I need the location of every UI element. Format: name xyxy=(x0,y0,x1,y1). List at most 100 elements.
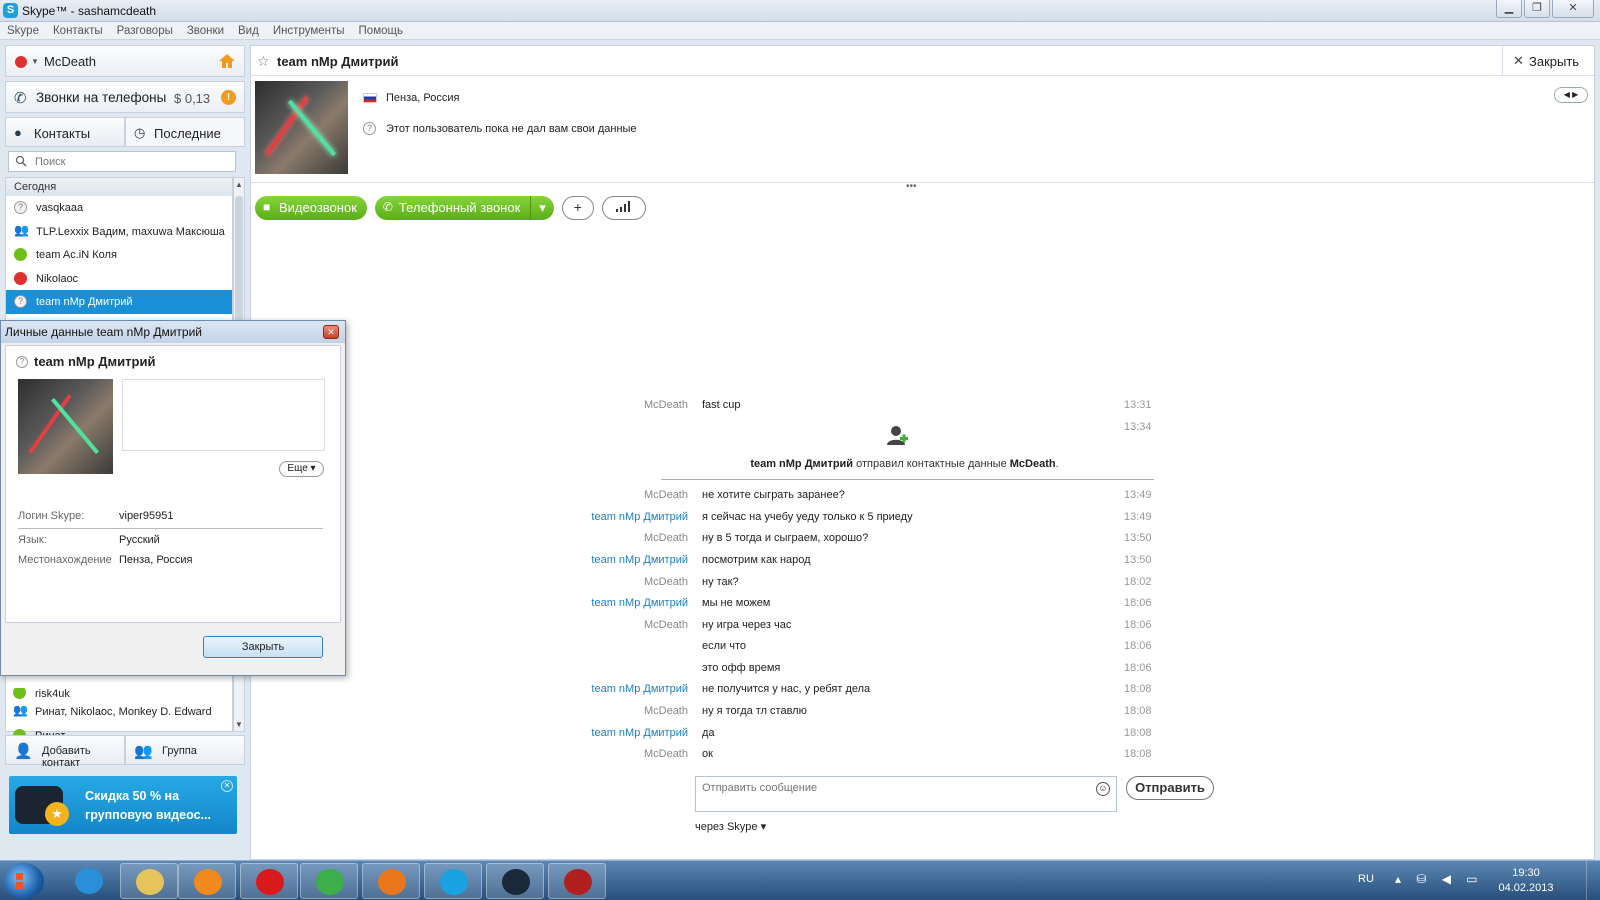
chat-message: 13:34 xyxy=(251,421,1594,441)
message-text: ок xyxy=(702,748,713,760)
video-camera-icon: ■ xyxy=(263,200,271,214)
promo-banner[interactable]: ★ Скидка 50 % на групповую видеос... ✕ xyxy=(9,776,237,834)
unknown-status-icon: ? xyxy=(14,201,27,214)
my-profile-row[interactable]: ▼ McDeath xyxy=(5,45,245,77)
message-sender[interactable]: McDeath xyxy=(644,748,688,760)
start-button[interactable] xyxy=(4,863,44,899)
menu-tools[interactable]: Инструменты xyxy=(266,22,352,39)
tray-icons[interactable]: ▴ ⛁ ◀ ▭ xyxy=(1395,872,1484,886)
resize-grip-icon[interactable]: ••• xyxy=(906,181,917,192)
close-promo-icon[interactable]: ✕ xyxy=(221,780,233,792)
message-input[interactable] xyxy=(702,781,1082,795)
menu-help[interactable]: Помощь xyxy=(352,22,410,39)
dialog-close-button[interactable]: Закрыть xyxy=(203,636,323,658)
event-target[interactable]: McDeath xyxy=(1010,458,1056,470)
message-sender[interactable]: McDeath xyxy=(644,399,688,411)
field-key: Местонахождение xyxy=(18,554,112,566)
skype-logo-icon: S xyxy=(3,3,18,18)
prev-next-arrows-icon[interactable]: ◀ ▶ xyxy=(1554,87,1588,103)
contact-name: team Ac.iN Коля xyxy=(36,249,117,261)
message-sender[interactable]: McDeath xyxy=(644,619,688,631)
create-group-button[interactable]: 👥 Группа xyxy=(125,735,245,765)
close-conversation-button[interactable]: ✕ Закрыть xyxy=(1502,46,1594,76)
list-item[interactable]: risk4uk xyxy=(5,688,233,700)
list-item[interactable]: 👥 TLP.Lexxix Вадим, maxuwa Максюша xyxy=(6,220,232,244)
taskbar-app[interactable] xyxy=(120,863,178,899)
taskbar-app[interactable] xyxy=(178,863,236,899)
taskbar-app[interactable] xyxy=(240,863,298,899)
chevron-down-icon[interactable]: ▼ xyxy=(31,57,39,66)
emoticon-icon[interactable]: ☺ xyxy=(1096,782,1110,796)
message-sender[interactable]: McDeath xyxy=(644,576,688,588)
maximize-button[interactable]: ❐ xyxy=(1524,0,1550,18)
add-contact-button[interactable]: 👤 Добавить контакт xyxy=(5,735,125,769)
message-sender[interactable]: team nMp Дмитрий xyxy=(591,554,688,566)
scroll-down-icon[interactable]: ▼ xyxy=(235,720,243,729)
avatar xyxy=(18,379,113,474)
clock[interactable]: 19:30 04.02.2013 xyxy=(1490,866,1562,896)
list-item[interactable]: 👥 Ринат, Nikolaoc, Monkey D. Edward xyxy=(5,700,233,724)
message-sender[interactable]: team nMp Дмитрий xyxy=(591,511,688,523)
menu-contacts[interactable]: Контакты xyxy=(46,22,110,39)
show-desktop-button[interactable] xyxy=(1586,861,1600,900)
chat-message: это офф время 18:06 xyxy=(251,662,1594,682)
firefox-icon xyxy=(378,869,406,895)
search-input[interactable] xyxy=(35,154,230,170)
taskbar-app[interactable] xyxy=(424,863,482,899)
list-item[interactable]: ? vasqkaaa xyxy=(6,196,232,220)
taskbar-app[interactable] xyxy=(362,863,420,899)
taskbar-app[interactable] xyxy=(548,863,606,899)
avatar[interactable] xyxy=(255,81,348,174)
menu-calls[interactable]: Звонки xyxy=(180,22,231,39)
chrome-icon xyxy=(316,869,344,895)
menu-conversations[interactable]: Разговоры xyxy=(110,22,180,39)
event-sender[interactable]: team nMp Дмитрий xyxy=(750,458,853,470)
add-to-call-button[interactable]: + xyxy=(561,196,594,220)
credit-balance: $ 0,13 xyxy=(174,91,211,106)
status-icon[interactable] xyxy=(15,56,27,68)
close-window-button[interactable]: ✕ xyxy=(1552,0,1594,18)
phone-call-dropdown[interactable]: ▾ xyxy=(530,196,554,220)
taskbar-app[interactable] xyxy=(60,863,118,899)
dialog-close-icon[interactable]: ✕ xyxy=(323,325,339,339)
add-contact-icon xyxy=(887,426,908,445)
scroll-thumb[interactable] xyxy=(235,196,243,336)
via-skype-selector[interactable]: через Skype ▾ xyxy=(695,820,766,833)
online-status-icon xyxy=(13,688,26,699)
info-icon[interactable]: ! xyxy=(221,90,236,105)
call-quality-button[interactable] xyxy=(601,196,646,220)
taskbar-app[interactable] xyxy=(486,863,544,899)
scroll-up-icon[interactable]: ▲ xyxy=(235,180,243,189)
phone-icon: ✆ xyxy=(14,90,27,107)
tab-contacts[interactable]: ● Контакты xyxy=(5,117,125,147)
contact-name: Nikolaoc xyxy=(36,272,79,285)
tab-recent[interactable]: ◷ Последние xyxy=(125,117,245,147)
message-sender[interactable]: McDeath xyxy=(644,532,688,544)
list-item[interactable]: Nikolaoc xyxy=(6,267,232,291)
message-text: ну игра через час xyxy=(702,619,792,631)
message-sender[interactable]: team nMp Дмитрий xyxy=(591,727,688,739)
home-icon[interactable] xyxy=(218,52,236,70)
chat-message: McDeath ну так? 18:02 xyxy=(251,576,1594,596)
video-call-button[interactable]: ■ Видеозвонок xyxy=(255,196,367,220)
list-item[interactable]: team Ac.iN Коля xyxy=(6,243,232,267)
more-button[interactable]: Еще ▾ xyxy=(279,461,324,477)
send-button[interactable]: Отправить xyxy=(1126,776,1214,800)
contact-name: vasqkaaa xyxy=(36,202,84,214)
phone-call-button[interactable]: ✆ Телефонный звонок xyxy=(374,196,531,220)
minimize-button[interactable]: ▁ xyxy=(1496,0,1522,18)
message-sender[interactable]: McDeath xyxy=(644,705,688,717)
list-item-selected[interactable]: ? team nMp Дмитрий xyxy=(6,290,232,314)
menu-skype[interactable]: Skype xyxy=(0,22,46,39)
menu-view[interactable]: Вид xyxy=(231,22,266,39)
message-sender[interactable]: team nMp Дмитрий xyxy=(591,683,688,695)
search-box xyxy=(8,151,236,172)
language-indicator[interactable]: RU xyxy=(1358,873,1374,885)
favorite-star-icon[interactable]: ☆ xyxy=(257,53,270,70)
message-sender[interactable]: team nMp Дмитрий xyxy=(591,597,688,609)
event-end: . xyxy=(1055,458,1059,470)
field-key: Логин Skype: xyxy=(18,510,85,522)
message-sender[interactable]: McDeath xyxy=(644,489,688,501)
taskbar-app[interactable] xyxy=(300,863,358,899)
phone-calls-row[interactable]: ✆ Звонки на телефоны $ 0,13 ! xyxy=(5,81,245,113)
